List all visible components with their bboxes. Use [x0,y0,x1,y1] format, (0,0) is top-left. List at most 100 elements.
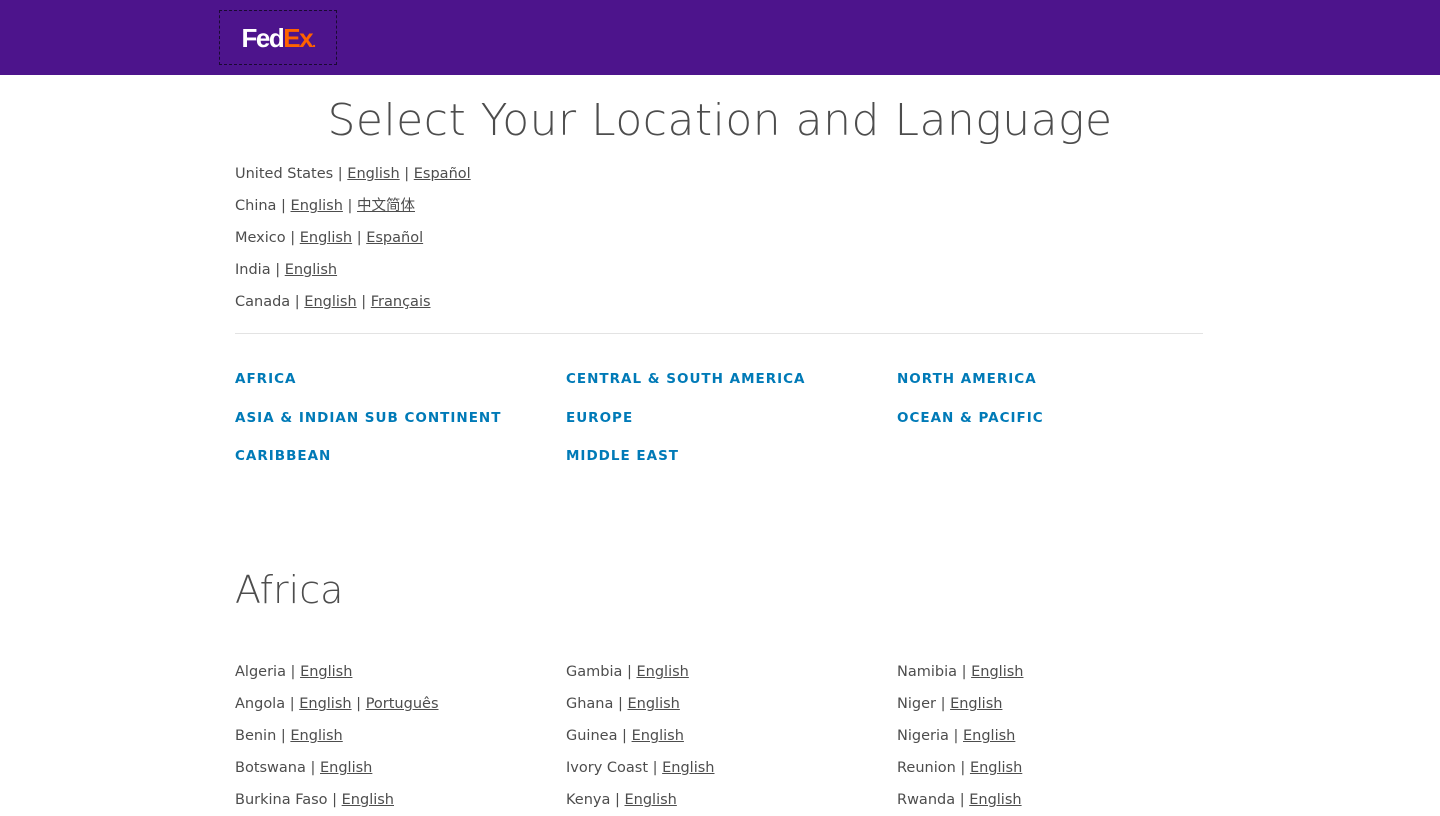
fedex-logo: FedEx. [241,22,317,53]
language-link-angola-1[interactable]: Português [366,696,439,712]
country-name: Angola [235,696,286,712]
location-row-benin: Benin | English [235,720,439,752]
language-link-canada-1[interactable]: Français [371,294,431,310]
region-links-grid: AFRICA CENTRAL & SOUTH AMERICA NORTH AMERI… [235,366,1203,482]
region-link-central-south-america[interactable]: CENTRAL & SOUTH AMERICA [566,371,806,387]
language-link-reunion-0[interactable]: English [970,760,1022,776]
country-name: Mexico [235,230,286,246]
separator: | [342,198,357,214]
location-row-namibia: Namibia | English [897,656,1023,688]
language-link-china-1[interactable]: 中文简体 [357,198,415,214]
separator: | [290,294,305,310]
language-link-ghana-0[interactable]: English [628,696,680,712]
language-link-canada-0[interactable]: English [304,294,356,310]
country-name: Benin [235,728,277,744]
top-header: FedEx. [0,0,1440,75]
country-name: Ivory Coast [566,760,649,776]
country-name: Algeria [235,664,286,680]
language-link-algeria-0[interactable]: English [300,664,352,680]
country-name: Botswana [235,760,306,776]
location-row-angola: Angola | English | Português [235,688,439,720]
africa-column-2: Gambia | English Ghana | English Guinea | … [566,656,714,816]
separator: | [351,696,366,712]
language-link-ivory-coast-0[interactable]: English [662,760,714,776]
location-row-reunion: Reunion | English [897,752,1023,784]
location-row-niger: Niger | English [897,688,1023,720]
separator: | [955,760,970,776]
location-row-ivory-coast: Ivory Coast | English [566,752,714,784]
country-name: Ghana [566,696,614,712]
language-link-india-0[interactable]: English [285,262,337,278]
country-name: United States [235,166,334,182]
region-link-middle-east[interactable]: MIDDLE EAST [566,448,679,464]
region-link-caribbean[interactable]: CARIBBEAN [235,448,331,464]
region-cell: CARIBBEAN [235,443,566,482]
country-name: Burkina Faso [235,792,328,808]
country-name: Gambia [566,664,623,680]
region-link-north-america[interactable]: NORTH AMERICA [897,371,1037,387]
language-link-nigeria-0[interactable]: English [963,728,1015,744]
language-link-mexico-0[interactable]: English [300,230,352,246]
country-name: Canada [235,294,291,310]
country-name: India [235,262,271,278]
region-cell: MIDDLE EAST [566,443,897,482]
location-row-algeria: Algeria | English [235,656,439,688]
country-name: China [235,198,277,214]
country-name: Rwanda [897,792,956,808]
language-link-united-states-0[interactable]: English [347,166,399,182]
separator: | [333,166,348,182]
country-name: Nigeria [897,728,949,744]
separator: | [610,792,625,808]
separator: | [352,230,367,246]
location-row-united-states: United States | English | Español [235,158,471,190]
location-row-canada: Canada | English | Français [235,286,471,318]
location-row-rwanda: Rwanda | English [897,784,1023,816]
page-title: Select Your Location and Language [327,95,1113,146]
language-link-united-states-1[interactable]: Español [414,166,471,182]
section-divider [235,333,1203,334]
separator: | [356,294,371,310]
language-link-benin-0[interactable]: English [290,728,342,744]
country-name: Kenya [566,792,611,808]
language-link-namibia-0[interactable]: English [971,664,1023,680]
region-link-europe[interactable]: EUROPE [566,410,633,426]
region-cell: OCEAN & PACIFIC [897,405,1203,444]
separator: | [270,262,285,278]
location-row-india: India | English [235,254,471,286]
region-link-africa[interactable]: AFRICA [235,371,296,387]
location-row-kenya: Kenya | English [566,784,714,816]
separator: | [613,696,628,712]
language-link-niger-0[interactable]: English [950,696,1002,712]
fedex-logo-link[interactable]: FedEx. [219,10,337,65]
separator: | [305,760,320,776]
separator: | [285,664,301,680]
region-cell: CENTRAL & SOUTH AMERICA [566,366,897,405]
region-cell: NORTH AMERICA [897,366,1203,405]
separator: | [622,664,637,680]
region-link-asia-indian-sub-continent[interactable]: ASIA & INDIAN SUB CONTINENT [235,410,501,426]
country-name: Namibia [897,664,958,680]
separator: | [327,792,342,808]
country-name: Reunion [897,760,956,776]
location-row-mexico: Mexico | English | Español [235,222,471,254]
language-link-guinea-0[interactable]: English [632,728,684,744]
language-link-angola-0[interactable]: English [299,696,351,712]
separator: | [617,728,632,744]
region-cell: EUROPE [566,405,897,444]
separator: | [276,198,291,214]
region-link-ocean-pacific[interactable]: OCEAN & PACIFIC [897,410,1044,426]
separator: | [935,696,951,712]
africa-section-title: Africa [235,568,344,612]
language-link-china-0[interactable]: English [291,198,343,214]
language-link-kenya-0[interactable]: English [624,792,676,808]
language-link-rwanda-0[interactable]: English [969,792,1021,808]
language-link-burkina-faso-0[interactable]: English [342,792,394,808]
region-cell: ASIA & INDIAN SUB CONTINENT [235,405,566,444]
separator: | [399,166,414,182]
location-row-nigeria: Nigeria | English [897,720,1023,752]
separator: | [648,760,663,776]
location-row-botswana: Botswana | English [235,752,439,784]
language-link-mexico-1[interactable]: Español [366,230,423,246]
language-link-gambia-0[interactable]: English [636,664,688,680]
language-link-botswana-0[interactable]: English [320,760,372,776]
